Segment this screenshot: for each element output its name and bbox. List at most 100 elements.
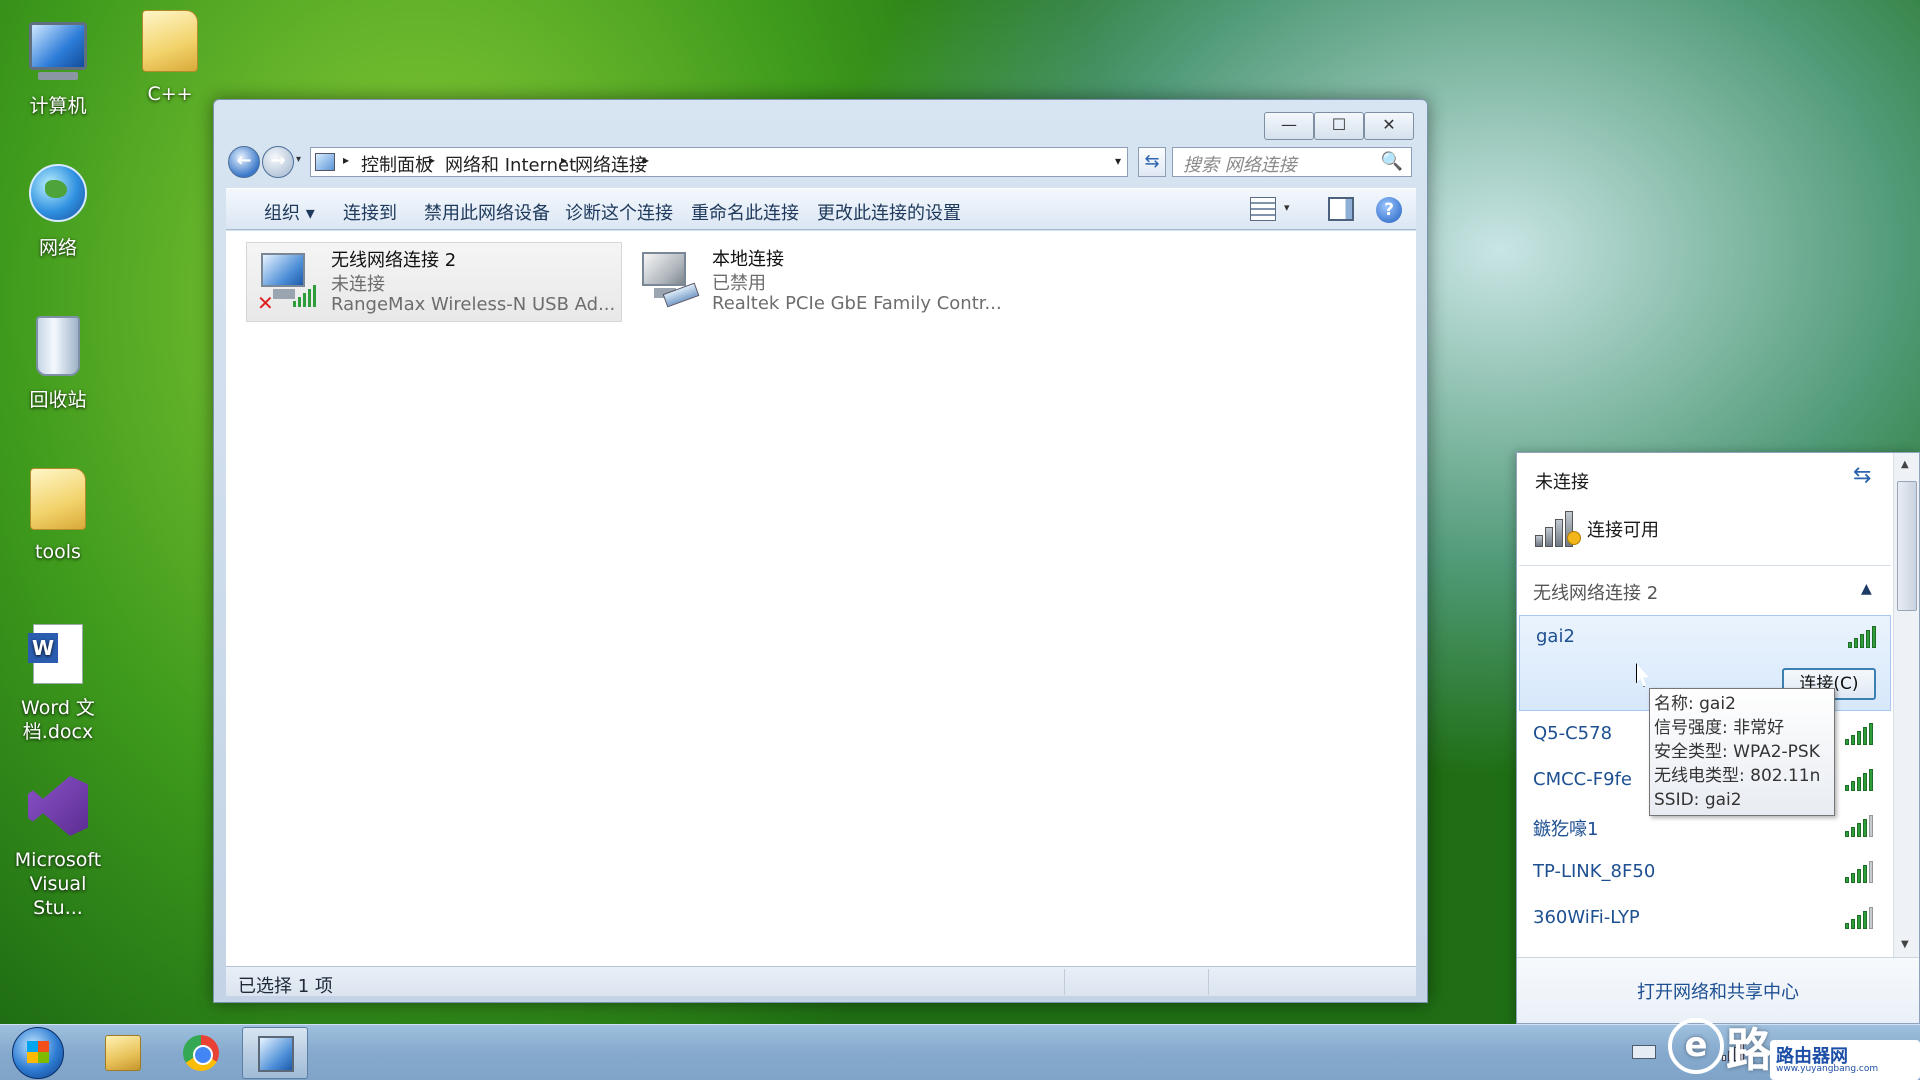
connection-device: Realtek PCIe GbE Family Contr... (712, 293, 1002, 314)
breadcrumb-separator[interactable]: ▸ (429, 153, 435, 167)
status-bar: 已选择 1 项 (226, 966, 1416, 997)
organize-menu-button[interactable]: 组织 ▾ (264, 199, 315, 225)
desktop-icon-label: C++ (147, 83, 193, 105)
network-connections-icon (258, 1036, 294, 1072)
tooltip-line: 安全类型: WPA2-PSK (1654, 742, 1820, 762)
disconnected-x-icon: ✕ (257, 291, 274, 315)
wireless-section-header[interactable]: 无线网络连接 2 (1533, 579, 1658, 605)
network-details-tooltip: 名称: gai2 信号强度: 非常好 安全类型: WPA2-PSK 无线电类型:… (1649, 688, 1835, 816)
desktop-icon-visual-studio[interactable]: Microsoft Visual Stu... (0, 774, 116, 920)
tooltip-line: SSID: gai2 (1654, 790, 1742, 810)
signal-strength-icon (1848, 626, 1878, 648)
connection-name: 本地连接 (712, 249, 784, 270)
taskbar-network-connections[interactable] (242, 1027, 308, 1079)
tooltip-line: 名称: gai2 (1654, 694, 1736, 714)
taskbar (0, 1024, 1920, 1080)
desktop-icon-recycle-bin[interactable]: 回收站 (0, 314, 116, 412)
command-bar: 组织 ▾ 连接到 禁用此网络设备 诊断这个连接 重命名此连接 更改此连接的设置 … (226, 188, 1416, 230)
connection-name: 无线网络连接 2 (331, 250, 457, 271)
connection-item-local[interactable]: 本地连接 已禁用 Realtek PCIe GbE Family Contr..… (628, 242, 1028, 322)
refresh-networks-icon[interactable]: ⇆ (1853, 463, 1871, 488)
connections-available-label: 连接可用 (1587, 520, 1659, 541)
maximize-button[interactable]: ☐ (1314, 112, 1364, 140)
change-settings-button[interactable]: 更改此连接的设置 (817, 199, 961, 225)
browser-icon (183, 1035, 219, 1071)
recent-pages-dropdown[interactable]: ▾ (296, 154, 301, 165)
wireless-adapter-icon: ✕ (255, 249, 316, 315)
desktop-icon-word-doc[interactable]: Word 文档.docx (0, 622, 116, 744)
tooltip-line: 无线电类型: 802.11n (1654, 766, 1821, 786)
forward-button[interactable]: → (262, 146, 294, 178)
view-options-icon[interactable] (1250, 197, 1276, 221)
minimize-button[interactable]: — (1264, 112, 1314, 140)
search-icon[interactable]: 🔍 (1381, 151, 1403, 172)
status-divider (1064, 969, 1065, 995)
control-panel-icon (315, 153, 335, 171)
desktop-icon-label: tools (35, 541, 81, 563)
desktop-icon-label: Word 文档.docx (21, 697, 95, 743)
scroll-down-icon[interactable]: ▼ (1901, 939, 1909, 950)
search-input[interactable]: 搜索 网络连接 🔍 (1172, 147, 1412, 177)
rename-connection-button[interactable]: 重命名此连接 (691, 199, 799, 225)
folder-icon (105, 1035, 141, 1071)
scrollbar-thumb[interactable] (1897, 481, 1917, 611)
start-button[interactable] (12, 1027, 64, 1079)
preview-pane-icon[interactable] (1328, 197, 1354, 221)
help-icon[interactable]: ? (1376, 197, 1402, 223)
desktop-icon-cpp-folder[interactable]: C++ (112, 8, 228, 106)
breadcrumb-control-panel[interactable]: 控制面板 (361, 151, 433, 177)
signal-strength-icon (1845, 815, 1875, 837)
desktop-icon-tools[interactable]: tools (0, 466, 116, 564)
computer-icon (25, 22, 91, 88)
network-name: TP-LINK_8F50 (1533, 861, 1656, 882)
network-cable-icon (662, 282, 700, 308)
network-name: 360WiFi-LYP (1533, 907, 1640, 928)
address-dropdown-icon[interactable]: ▾ (1115, 154, 1121, 168)
desktop-icon-network[interactable]: 网络 (0, 160, 116, 260)
open-network-sharing-center-link[interactable]: 打开网络和共享中心 (1517, 978, 1919, 1004)
disable-device-button[interactable]: 禁用此网络设备 (424, 199, 550, 225)
watermark-url: www.yuyangbang.com (1776, 1064, 1879, 1074)
view-dropdown-icon[interactable]: ▾ (1284, 201, 1290, 214)
signal-strength-icon (1845, 723, 1875, 745)
status-divider (1208, 969, 1209, 995)
flyout-scrollbar[interactable]: ▲ ▼ (1893, 453, 1919, 957)
watermark-box: 路由器网 www.yuyangbang.com (1770, 1040, 1920, 1080)
refresh-button[interactable]: ⇆ (1138, 147, 1166, 177)
breadcrumb-separator[interactable]: ▸ (343, 153, 349, 167)
collapse-chevron-icon[interactable]: ▲ (1861, 581, 1872, 597)
keyboard-icon[interactable] (1632, 1045, 1656, 1059)
signal-strength-icon (1845, 907, 1875, 929)
search-placeholder: 搜索 网络连接 (1183, 155, 1297, 176)
connection-status: 未连接 (331, 274, 385, 295)
desktop-icon-label: 计算机 (29, 95, 87, 117)
folder-icon (137, 10, 203, 76)
folder-shortcut-icon (25, 468, 91, 534)
scroll-up-icon[interactable]: ▲ (1901, 459, 1909, 470)
breadcrumb-network-connections[interactable]: 网络连接 (575, 151, 647, 177)
connections-list: ✕ 无线网络连接 2 未连接 RangeMax Wireless-N USB A… (226, 231, 1416, 966)
signal-strength-icon (1845, 861, 1875, 883)
close-button[interactable]: ✕ (1364, 112, 1414, 140)
flyout-status-title: 未连接 (1535, 472, 1589, 493)
visual-studio-icon (25, 776, 91, 842)
taskbar-browser[interactable] (168, 1027, 234, 1079)
diagnose-connection-button[interactable]: 诊断这个连接 (565, 199, 673, 225)
connection-item-wireless[interactable]: ✕ 无线网络连接 2 未连接 RangeMax Wireless-N USB A… (246, 242, 622, 322)
network-name: CMCC-F9fe (1533, 769, 1632, 790)
site-watermark: e 路 路由器网 www.yuyangbang.com (1668, 1010, 1920, 1080)
breadcrumb-separator[interactable]: ▸ (561, 153, 567, 167)
breadcrumb-separator[interactable]: ▸ (643, 153, 649, 167)
recycle-bin-icon (25, 316, 91, 382)
network-name: Q5-C578 (1533, 723, 1613, 744)
breadcrumb-network-internet[interactable]: 网络和 Internet (445, 151, 576, 177)
connect-to-button[interactable]: 连接到 (343, 199, 397, 225)
address-bar[interactable]: ▸ 控制面板 ▸ 网络和 Internet ▸ 网络连接 ▸ ▾ (310, 147, 1128, 177)
network-name: gai2 (1536, 626, 1575, 647)
flyout-divider (1519, 565, 1891, 566)
desktop-icon-computer[interactable]: 计算机 (0, 14, 116, 118)
taskbar-file-explorer[interactable] (90, 1027, 156, 1079)
signal-strength-icon (1845, 769, 1875, 791)
connections-available-icon (1535, 509, 1583, 547)
back-button[interactable]: ← (228, 146, 260, 178)
